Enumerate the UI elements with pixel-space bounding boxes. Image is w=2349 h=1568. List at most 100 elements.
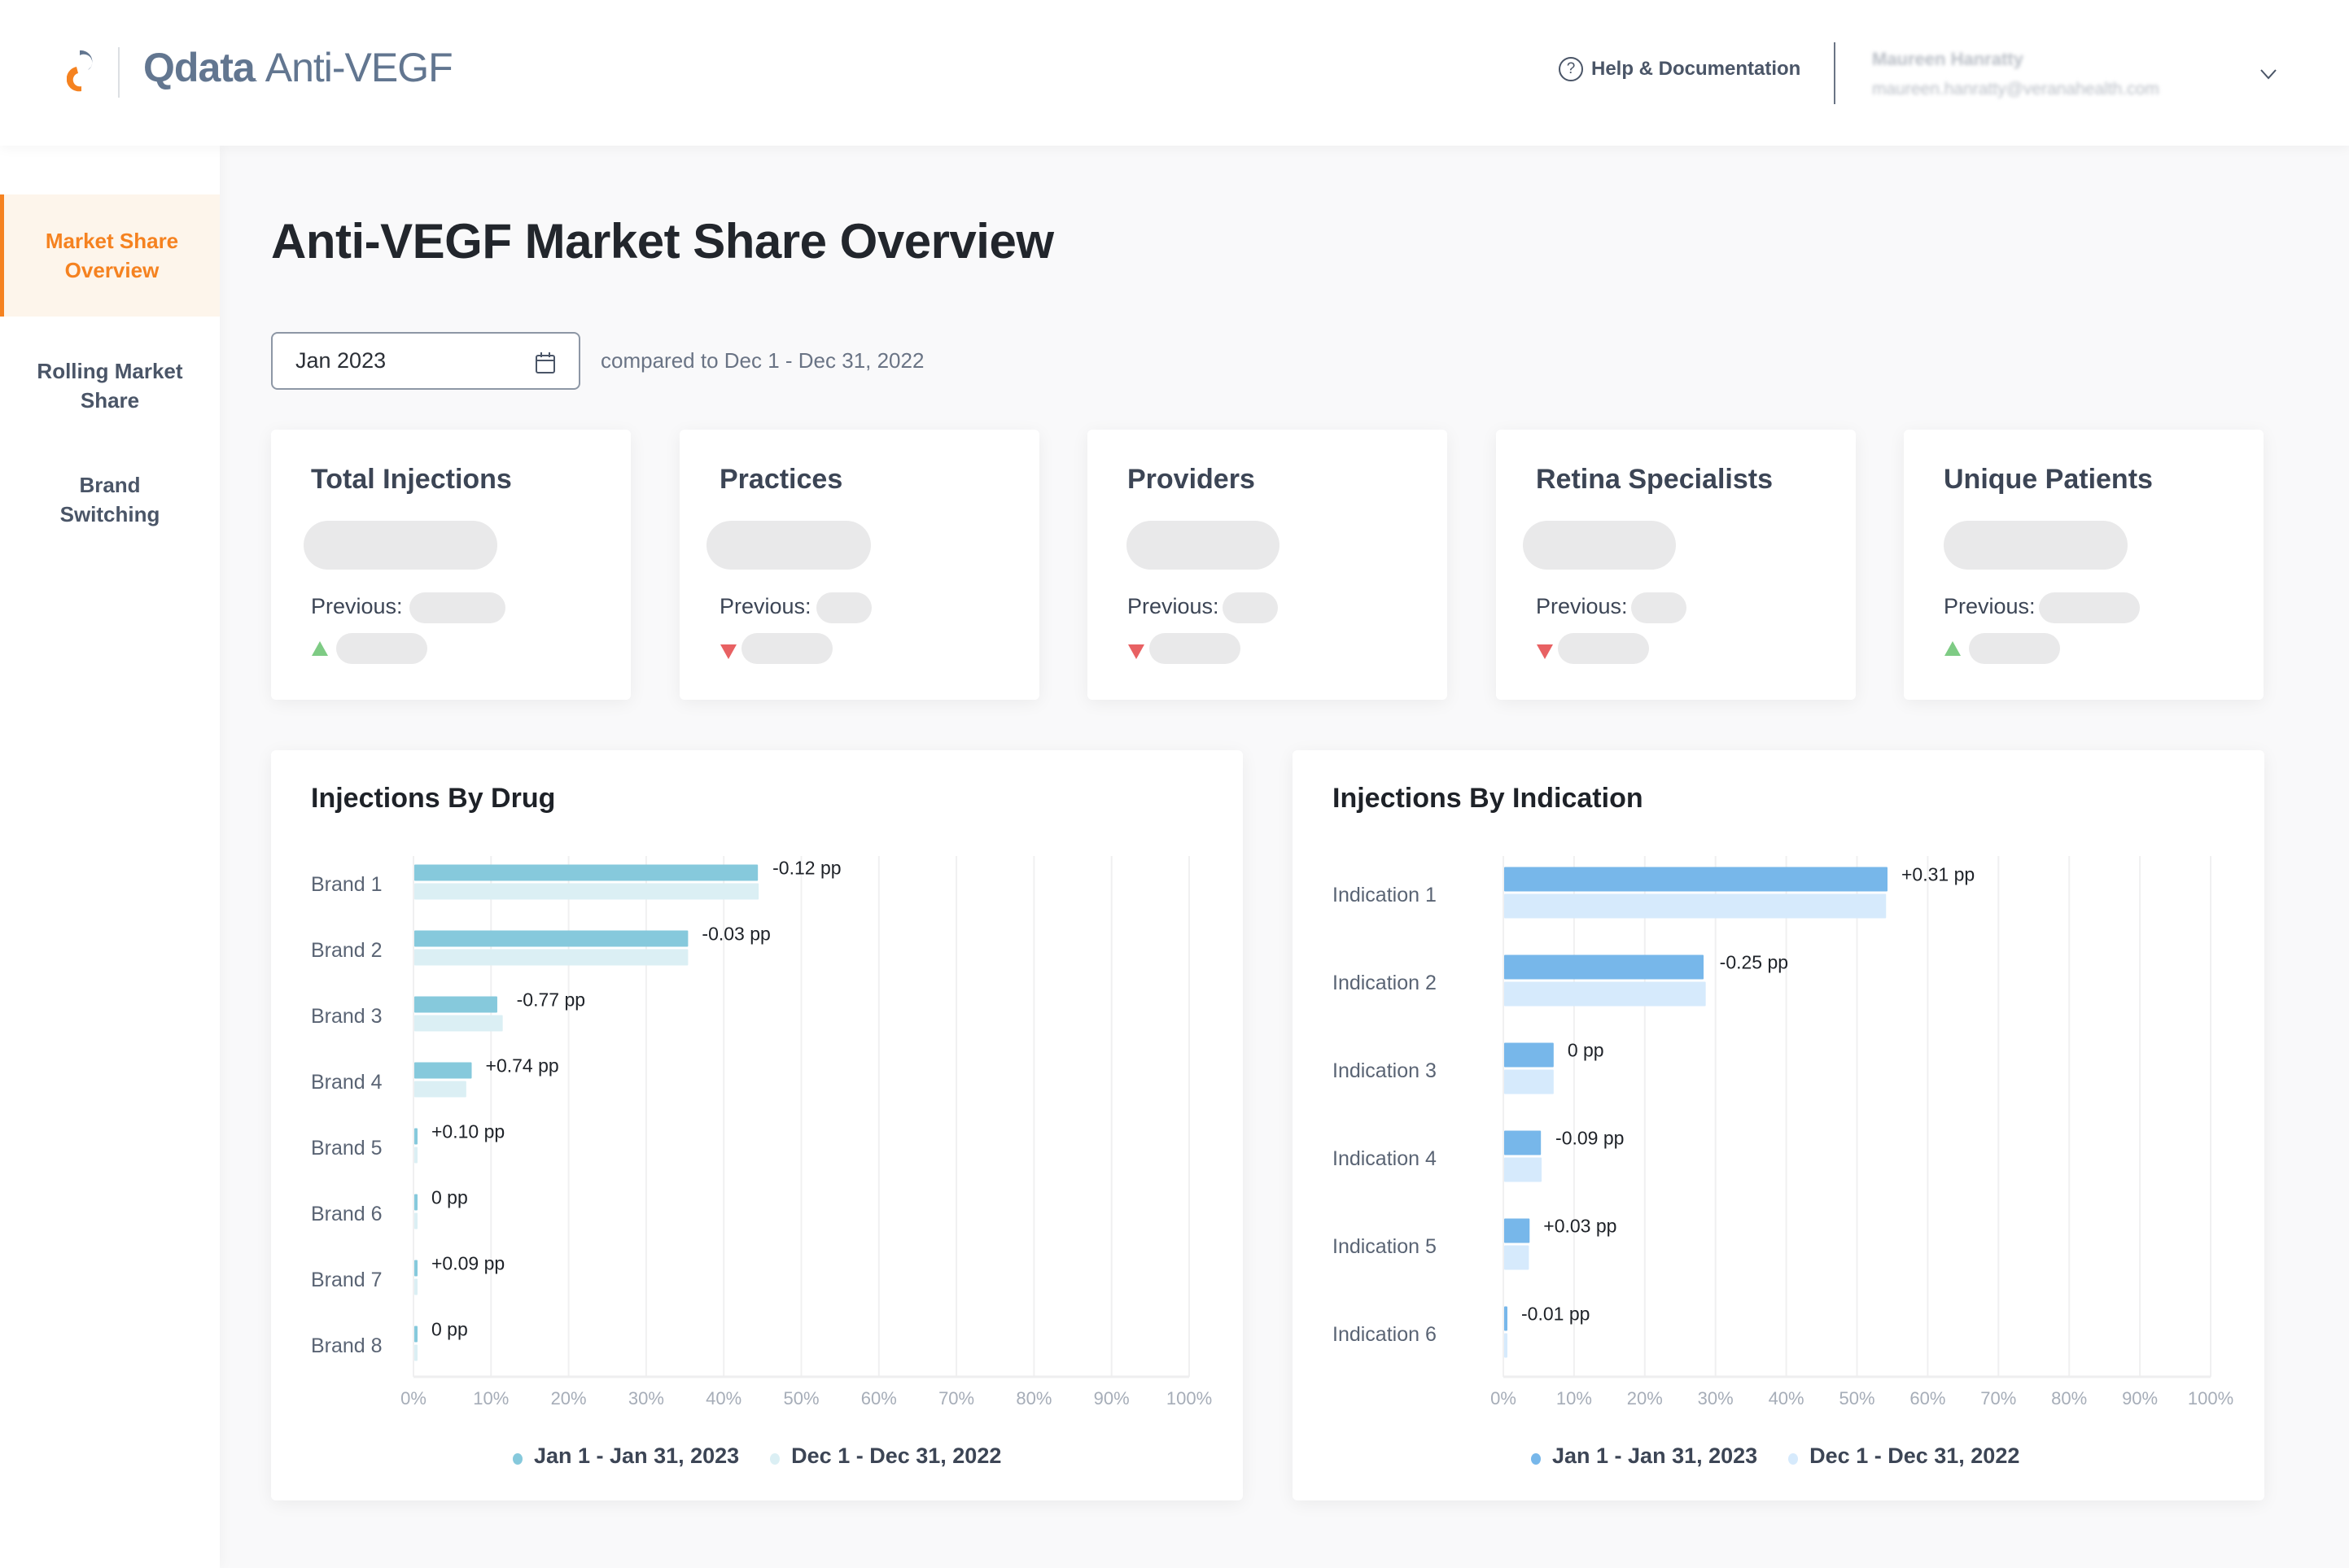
x-tick-label: 0% [1490,1388,1516,1409]
x-tick-label: 30% [1698,1388,1734,1409]
kpi-title: Providers [1127,464,1255,495]
kpi-change-placeholder [1149,633,1240,664]
kpi-previous-label: Previous: [720,594,811,618]
bar-current [1504,954,1704,980]
sidebar-item-brand-switching[interactable]: Brand Switching [0,455,220,544]
category-label: Brand 2 [311,939,383,962]
bar-current [414,1062,472,1079]
legend-label: Dec 1 - Dec 31, 2022 [1809,1444,2020,1468]
chart-card-injections-by-indication: Injections By Indication 0% 10% 20% 30% 40% 5… [1293,750,2264,1500]
logo-brand: data [173,45,256,90]
x-tick-label: 0% [400,1388,426,1409]
sidebar: Market Share Overview Rolling Market Sha… [0,146,220,1568]
header-divider [1834,42,1835,104]
delta-label: -0.77 pp [517,989,585,1011]
month-picker-value: Jan 2023 [295,348,387,373]
delta-label: 0 pp [431,1187,468,1208]
x-tick-label: 30% [628,1388,664,1409]
x-tick-label: 50% [1839,1388,1874,1409]
category-label: Brand 3 [311,1005,383,1028]
kpi-previous-placeholder [2039,592,2140,623]
verana-logo-icon [67,50,93,92]
kpi-previous-placeholder [1631,592,1686,623]
page-title: Anti-VEGF Market Share Overview [271,214,1054,269]
x-tick-label: 40% [1769,1388,1804,1409]
kpi-change-placeholder [1558,633,1649,664]
x-tick-label: 80% [2051,1388,2087,1409]
bar-previous [1504,1069,1554,1094]
x-tick-label: 90% [1094,1388,1130,1409]
bar-previous [414,1212,418,1230]
bar-previous [1504,1157,1542,1182]
legend-label: Dec 1 - Dec 31, 2022 [791,1444,1002,1468]
delta-label: +0.31 pp [1901,864,1975,885]
x-tick-label: 70% [1980,1388,2016,1409]
bar-current [414,1194,418,1211]
bar-current [414,864,759,881]
legend-item-previous[interactable]: Dec 1 - Dec 31, 2022 [1788,1444,2019,1469]
bar-current [1504,1042,1554,1068]
bar-previous [1504,1333,1507,1358]
x-tick-label: 100% [2188,1388,2233,1409]
delta-label: +0.09 pp [431,1253,505,1274]
category-label: Indication 5 [1332,1235,1437,1258]
user-menu[interactable]: Maureen Hanratty maureen.hanratty@verana… [1872,49,2159,99]
kpi-card-practices: Practices Previous: [680,430,1039,700]
x-tick-label: 90% [2122,1388,2158,1409]
bar-previous [414,949,689,966]
sidebar-item-label: Rolling Market Share [37,359,183,413]
injections-by-indication-chart: 0% 10% 20% 30% 40% 50% 60% 70% 80% 90% 100% Indicat… [1332,856,2233,1409]
kpi-card-providers: Providers Previous: [1087,430,1447,700]
kpi-title: Total Injections [311,464,512,495]
kpi-card-total-injections: Total Injections Previous: [271,430,631,700]
legend-item-current[interactable]: Jan 1 - Jan 31, 2023 [513,1444,739,1469]
help-documentation-link[interactable]: ? Help & Documentation [1559,57,1800,81]
chevron-down-icon[interactable] [2259,65,2277,83]
sidebar-item-market-share-overview[interactable]: Market Share Overview [0,194,220,317]
delta-label: -0.01 pp [1521,1304,1590,1325]
trend-down-icon [720,644,737,659]
legend-dot-icon [770,1452,781,1465]
x-tick-label: 20% [1627,1388,1663,1409]
x-tick-label: 100% [1166,1388,1212,1409]
kpi-previous-placeholder [816,592,872,623]
legend-item-previous[interactable]: Dec 1 - Dec 31, 2022 [770,1444,1001,1469]
logo-q: Q [143,45,175,90]
delta-label: -0.12 pp [772,858,841,879]
kpi-title: Retina Specialists [1536,464,1774,495]
category-label: Brand 8 [311,1334,383,1357]
bar-previous [414,1344,418,1361]
chart-legend: Jan 1 - Jan 31, 2023 Dec 1 - Dec 31, 202… [513,1444,1001,1469]
delta-label: +0.03 pp [1543,1216,1616,1237]
category-label: Brand 7 [311,1269,383,1291]
category-label: Brand 1 [311,873,383,896]
category-label: Indication 6 [1332,1323,1437,1346]
bar-current [414,1326,418,1343]
category-label: Indication 4 [1332,1147,1437,1170]
legend-item-current[interactable]: Jan 1 - Jan 31, 2023 [1531,1444,1757,1469]
bar-current [1504,1306,1507,1331]
x-tick-label: 60% [861,1388,897,1409]
user-name: Maureen Hanratty [1872,49,2023,69]
delta-label: 0 pp [1568,1040,1604,1061]
legend-label: Jan 1 - Jan 31, 2023 [534,1444,740,1468]
bar-previous [1504,981,1706,1007]
injections-by-drug-chart: 0% 10% 20% 30% 40% 50% 60% 70% 80% 90% 100% Brand 1… [311,856,1212,1409]
bar-current [1504,1218,1530,1243]
kpi-card-unique-patients: Unique Patients Previous: [1904,430,2264,700]
bar-previous [414,1278,418,1295]
x-tick-label: 10% [473,1388,509,1409]
calendar-icon[interactable] [535,352,556,374]
trend-up-icon [1944,641,1961,656]
kpi-title: Practices [720,464,843,495]
month-picker-input[interactable]: Jan 2023 [271,332,580,390]
x-tick-label: 40% [706,1388,741,1409]
chart-card-injections-by-drug: Injections By Drug 0% 10% 20% 30% 40% 50% 60% 7… [271,750,1243,1500]
bar-current [414,930,689,947]
app-logo[interactable]: Qdata. Anti-VEGF [143,44,453,91]
trend-up-icon [312,641,328,656]
sidebar-item-rolling-market-share[interactable]: Rolling Market Share [0,341,220,430]
trend-down-icon [1537,644,1553,659]
x-tick-label: 10% [1556,1388,1592,1409]
delta-label: 0 pp [431,1319,468,1340]
